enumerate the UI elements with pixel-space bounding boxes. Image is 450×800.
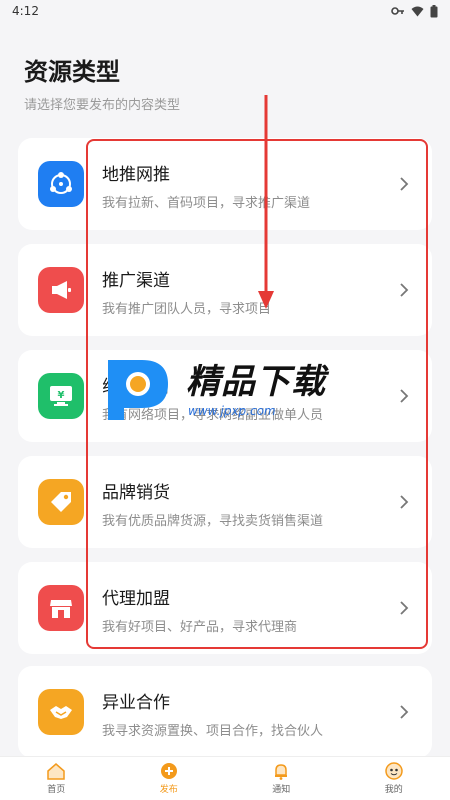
card-online-project[interactable]: ¥ 线上项目 我有网络项目，寻求网络副业做单人员 bbox=[18, 350, 432, 442]
card-promotion-channel[interactable]: 推广渠道 我有推广团队人员，寻求项目 bbox=[18, 244, 432, 336]
chevron-right-icon bbox=[400, 495, 409, 509]
card-title: 代理加盟 bbox=[102, 589, 170, 609]
battery-icon bbox=[430, 4, 438, 17]
face-icon bbox=[385, 762, 403, 780]
key-icon bbox=[391, 7, 404, 15]
svg-text:¥: ¥ bbox=[58, 390, 65, 401]
card-cross-industry[interactable]: 异业合作 我寻求资源置换、项目合作，找合伙人 bbox=[18, 666, 432, 758]
monitor-yuan-icon: ¥ bbox=[38, 373, 84, 419]
chevron-right-icon bbox=[400, 177, 409, 191]
card-description: 我有优质品牌货源，寻找卖货销售渠道 bbox=[102, 514, 324, 529]
handshake-icon bbox=[38, 689, 84, 735]
home-icon bbox=[47, 763, 65, 780]
card-title: 异业合作 bbox=[102, 693, 170, 713]
tag-icon bbox=[38, 479, 84, 525]
tab-label: 首页 bbox=[47, 785, 66, 795]
card-ground-push[interactable]: 地推网推 我有拉新、首码项目，寻求推广渠道 bbox=[18, 138, 432, 230]
tab-profile[interactable]: 我的 bbox=[354, 757, 434, 800]
card-agency-franchise[interactable]: 代理加盟 我有好项目、好产品，寻求代理商 bbox=[18, 562, 432, 654]
card-description: 我寻求资源置换、项目合作，找合伙人 bbox=[102, 724, 324, 739]
chevron-right-icon bbox=[400, 601, 409, 615]
share-icon bbox=[38, 161, 84, 207]
card-title: 推广渠道 bbox=[102, 271, 170, 291]
card-description: 我有推广团队人员，寻求项目 bbox=[102, 302, 272, 317]
status-time: 4:12 bbox=[12, 4, 39, 18]
tab-label: 发布 bbox=[159, 785, 178, 795]
card-description: 我有网络项目，寻求网络副业做单人员 bbox=[102, 408, 324, 423]
bottom-tab-bar: 首页 发布 通知 我的 bbox=[0, 756, 450, 800]
tab-home[interactable]: 首页 bbox=[16, 757, 96, 800]
card-title: 地推网推 bbox=[102, 165, 170, 185]
chevron-right-icon bbox=[400, 389, 409, 403]
page-subtitle: 请选择您要发布的内容类型 bbox=[24, 98, 181, 113]
card-title: 品牌销货 bbox=[102, 483, 170, 503]
tab-label: 通知 bbox=[272, 785, 291, 795]
card-description: 我有好项目、好产品，寻求代理商 bbox=[102, 620, 298, 635]
wifi-icon bbox=[411, 6, 424, 16]
tab-notifications[interactable]: 通知 bbox=[241, 757, 321, 800]
chevron-right-icon bbox=[400, 283, 409, 297]
status-bar: 4:12 bbox=[0, 0, 450, 22]
card-description: 我有拉新、首码项目，寻求推广渠道 bbox=[102, 196, 311, 211]
bell-icon bbox=[275, 764, 288, 780]
tab-publish[interactable]: 发布 bbox=[129, 757, 209, 800]
card-brand-sales[interactable]: 品牌销货 我有优质品牌货源，寻找卖货销售渠道 bbox=[18, 456, 432, 548]
plus-circle-icon bbox=[160, 763, 177, 779]
storefront-icon bbox=[38, 585, 84, 631]
page-title: 资源类型 bbox=[24, 58, 120, 86]
card-title: 线上项目 bbox=[102, 377, 170, 397]
chevron-right-icon bbox=[400, 705, 409, 719]
megaphone-icon bbox=[38, 267, 84, 313]
tab-label: 我的 bbox=[384, 785, 403, 795]
